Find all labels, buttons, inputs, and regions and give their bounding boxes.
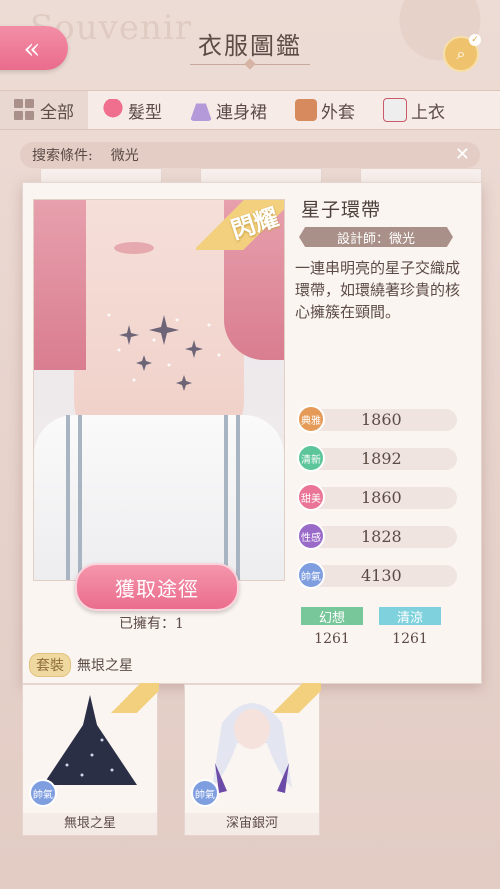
stat-icon: 甜美 [297, 483, 325, 511]
suit-name: 無垠之星 [77, 658, 133, 674]
search-filter-bar[interactable]: 搜索條件: 微光 ✕ [20, 142, 480, 168]
item-portrait: 閃耀 [33, 199, 285, 581]
stat-sexy: 性感 1828 [297, 522, 457, 550]
hair-icon [102, 99, 124, 121]
tab-top[interactable]: 上衣 [369, 91, 459, 129]
model-lips [114, 242, 154, 254]
tab-label: 連身裙 [216, 102, 267, 123]
designer-label: 設計師：微光 [299, 227, 453, 247]
tab-label: 上衣 [411, 102, 445, 123]
dress-icon [190, 99, 212, 121]
suit-tag: 套裝 [29, 653, 71, 677]
filter-label: 搜索條件: [32, 148, 93, 164]
card-name: 深宙銀河 [185, 813, 319, 835]
star-necklace-image [107, 313, 221, 391]
category-tabs: 全部 髮型 連身裙 外套 上衣 [0, 90, 500, 130]
rarity-badge [109, 683, 159, 713]
rarity-badge [271, 683, 321, 713]
model-top [34, 415, 284, 580]
close-icon[interactable]: ✕ [455, 144, 470, 165]
grid-icon [14, 99, 36, 121]
filter-value: 微光 [110, 148, 139, 164]
search-icon[interactable]: ⌕ ✓ [443, 34, 481, 72]
card-name: 無垠之星 [23, 813, 157, 835]
item-card[interactable]: 帥氣 無垠之星 [22, 683, 159, 836]
item-card[interactable]: 帥氣 深宙銀河 [184, 683, 321, 836]
tag-value: 1261 [314, 631, 350, 647]
tab-label: 外套 [321, 102, 355, 123]
tag-fantasy: 幻想 [301, 607, 363, 626]
rarity-badge: 閃耀 [196, 200, 284, 250]
stripe [224, 415, 228, 580]
model-hair [34, 200, 86, 370]
stat-value: 1860 [361, 488, 402, 507]
top-icon [383, 98, 407, 122]
owned-count: 已擁有：1 [119, 616, 184, 632]
stat-value: 1892 [361, 449, 402, 468]
check-icon: ✓ [469, 34, 481, 46]
coat-icon [295, 99, 317, 121]
stat-icon: 典雅 [297, 405, 325, 433]
tab-label: 全部 [40, 102, 74, 123]
tag-value: 1261 [392, 631, 428, 647]
stat-value: 1828 [361, 527, 402, 546]
item-detail-panel: 閃耀 獲取途徑 已擁有：1 套裝 無垠之星 星子環帶 設計師：微光 一連串明亮的… [22, 182, 482, 684]
stripe [78, 415, 82, 580]
stat-icon: 清新 [297, 444, 325, 472]
tab-hair[interactable]: 髮型 [88, 91, 176, 129]
stripe [236, 415, 240, 580]
attribute-badge: 帥氣 [29, 779, 57, 807]
obtain-button[interactable]: 獲取途徑 [75, 563, 239, 611]
stat-sweet: 甜美 1860 [297, 483, 457, 511]
suit-info[interactable]: 套裝 無垠之星 [29, 653, 133, 677]
stat-icon: 帥氣 [297, 561, 325, 589]
stat-value: 4130 [361, 566, 402, 585]
stat-icon: 性感 [297, 522, 325, 550]
tab-all[interactable]: 全部 [0, 91, 88, 129]
attribute-badge: 帥氣 [191, 779, 219, 807]
item-name: 星子環帶 [301, 199, 382, 221]
item-description: 一連串明亮的星子交織成環帶，如環繞著珍貴的核心擁簇在頸間。 [295, 259, 461, 321]
tab-coat[interactable]: 外套 [281, 91, 369, 129]
stat-fresh: 清新 1892 [297, 444, 457, 472]
stripe [66, 415, 70, 580]
stat-cool: 帥氣 4130 [297, 561, 457, 589]
tag-cool: 清涼 [379, 607, 441, 626]
stat-elegant: 典雅 1860 [297, 405, 457, 433]
tab-label: 髮型 [128, 102, 162, 123]
stat-value: 1860 [361, 410, 402, 429]
page-title: 衣服圖鑑 [198, 32, 302, 60]
tab-dress[interactable]: 連身裙 [176, 91, 281, 129]
